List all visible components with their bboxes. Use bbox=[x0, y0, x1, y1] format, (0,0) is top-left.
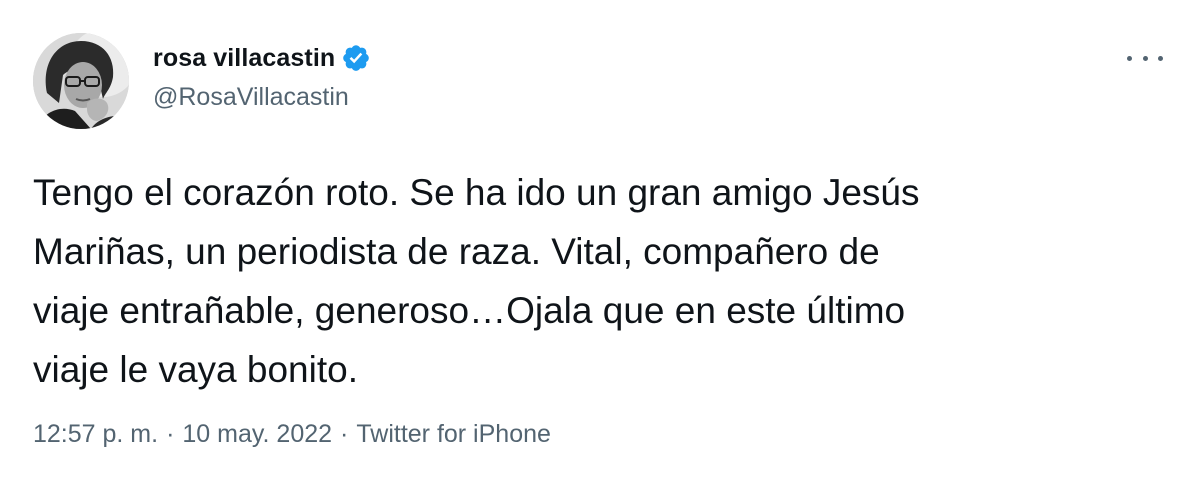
verified-badge-icon bbox=[341, 43, 371, 73]
avatar[interactable] bbox=[33, 33, 129, 129]
tweet-time[interactable]: 12:57 p. m. bbox=[33, 420, 158, 449]
more-dot bbox=[1127, 55, 1132, 61]
tweet-text: Tengo el corazón roto. Se ha ido un gran… bbox=[33, 172, 920, 390]
tweet-metadata: 12:57 p. m. · 10 may. 2022 · Twitter for… bbox=[33, 420, 551, 449]
tweet-card: rosa villacastin @RosaVillacastin Tengo … bbox=[0, 0, 1199, 488]
more-dot bbox=[1142, 55, 1148, 61]
more-dot bbox=[1158, 55, 1163, 61]
more-options-icon[interactable] bbox=[1127, 46, 1163, 70]
author-block: rosa villacastin @RosaVillacastin bbox=[153, 41, 371, 112]
author-display-name[interactable]: rosa villacastin bbox=[153, 44, 335, 73]
author-name-row: rosa villacastin bbox=[153, 41, 371, 75]
separator: · bbox=[166, 420, 175, 448]
author-handle[interactable]: @RosaVillacastin bbox=[153, 83, 371, 112]
separator: · bbox=[340, 420, 349, 448]
tweet-source[interactable]: Twitter for iPhone bbox=[356, 420, 551, 449]
avatar-photo bbox=[33, 33, 129, 129]
tweet-date[interactable]: 10 may. 2022 bbox=[182, 420, 332, 449]
